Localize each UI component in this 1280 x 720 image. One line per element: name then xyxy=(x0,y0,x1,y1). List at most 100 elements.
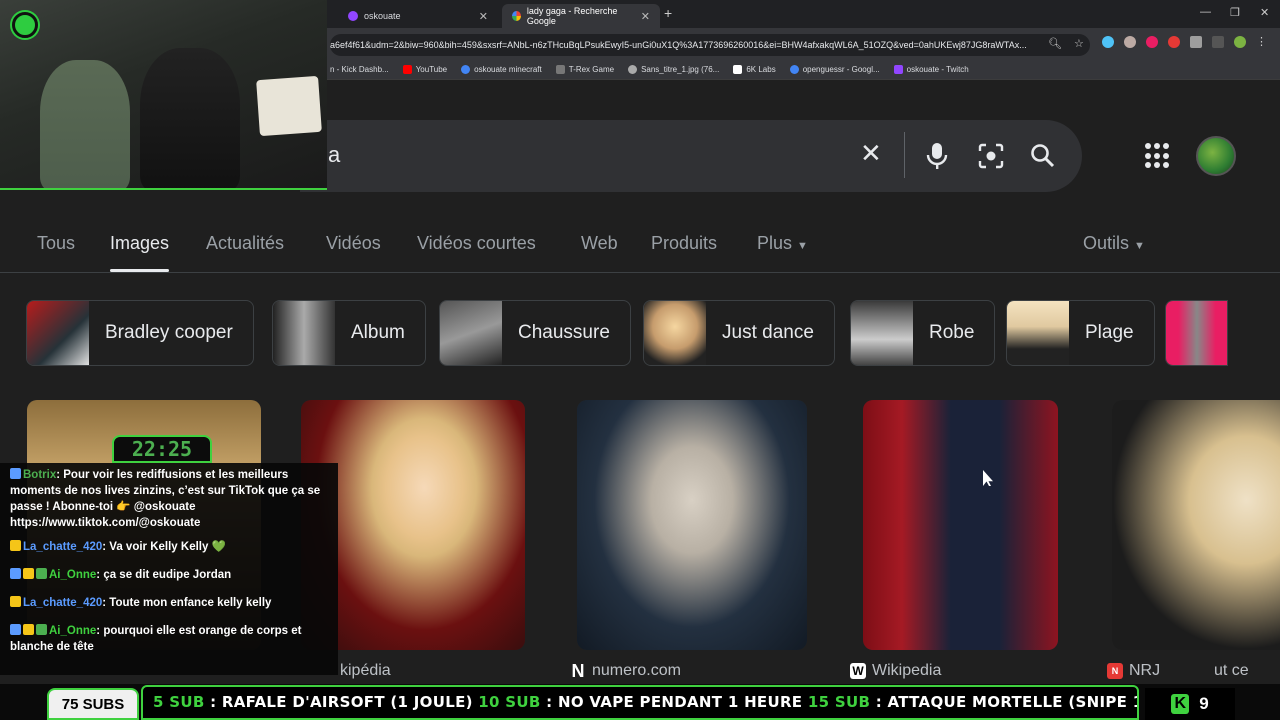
close-tab-icon[interactable]: ✕ xyxy=(641,10,650,23)
stream-chat: Botrix: Pour voir les rediffusions et le… xyxy=(0,463,338,675)
search-box[interactable]: a ✕ xyxy=(300,120,1082,192)
crown-badge-icon xyxy=(23,568,34,579)
sub-badge-icon xyxy=(36,568,47,579)
tab-title: oskouate xyxy=(364,11,401,21)
live-indicator-icon xyxy=(12,12,38,38)
close-window-icon[interactable]: ✕ xyxy=(1260,6,1269,19)
tab-produits[interactable]: Produits xyxy=(651,233,717,254)
tab-videos[interactable]: Vidéos xyxy=(326,233,381,254)
badge-icon xyxy=(10,624,21,635)
menu-icon[interactable]: ⋮ xyxy=(1256,36,1268,48)
goal-threshold: 5 SUB xyxy=(153,693,205,711)
chat-text: : Pour voir les rediffusions et les meil… xyxy=(10,469,321,529)
image-result[interactable] xyxy=(1112,400,1280,650)
kick-viewer-count: K 9 xyxy=(1145,688,1235,720)
bookmark-openguessr[interactable]: openguessr - Googl... xyxy=(789,65,880,74)
chip-label: Plage xyxy=(1085,322,1134,343)
chip-thumbnail xyxy=(1007,301,1069,365)
tab-images[interactable]: Images xyxy=(110,233,170,272)
bookmark-trex[interactable]: T-Rex Game xyxy=(555,65,614,74)
dino-icon xyxy=(555,65,565,74)
account-avatar[interactable] xyxy=(1196,136,1236,176)
address-bar[interactable]: a6ef4f61&udm=2&biw=960&bih=459&sxsrf=ANb… xyxy=(330,34,1090,56)
chat-message: Ai_Onne: pourquoi elle est orange de cor… xyxy=(10,623,328,655)
chat-message: La_chatte_420: Toute mon enfance kelly k… xyxy=(10,595,328,611)
extension-icon[interactable] xyxy=(1102,36,1114,48)
search-icon[interactable] xyxy=(1030,143,1056,169)
close-icon[interactable]: ✕ xyxy=(860,138,882,169)
extension-icon[interactable] xyxy=(1146,36,1158,48)
chip-plage[interactable]: Plage xyxy=(1006,300,1155,366)
result-source[interactable]: W Wikipedia xyxy=(850,662,941,680)
twitch-favicon-icon xyxy=(348,11,358,21)
chip-thumbnail xyxy=(644,301,706,365)
bookmark-twitch[interactable]: oskouate - Twitch xyxy=(893,65,969,74)
google-icon xyxy=(789,65,799,74)
crown-badge-icon xyxy=(23,624,34,635)
tab-outils[interactable]: Outils ▼ xyxy=(1083,233,1145,254)
tab-lady-gaga[interactable]: lady gaga - Recherche Google ✕ xyxy=(502,4,660,28)
restore-icon[interactable]: ❐ xyxy=(1230,6,1240,19)
tab-actualites[interactable]: Actualités xyxy=(206,233,284,254)
minimize-icon[interactable]: — xyxy=(1200,6,1211,18)
tab-videos-courtes[interactable]: Vidéos courtes xyxy=(417,233,536,254)
chat-username: Botrix xyxy=(23,469,57,481)
bookmark-label: n - Kick Dashb... xyxy=(330,65,389,74)
chip-label: Just dance xyxy=(722,322,814,343)
extension-icon[interactable] xyxy=(1124,36,1136,48)
close-tab-icon[interactable]: ✕ xyxy=(479,10,488,23)
google-apps-icon[interactable] xyxy=(1145,143,1171,169)
bookmark-youtube[interactable]: YouTube xyxy=(402,65,447,74)
chip-chaussure[interactable]: Chaussure xyxy=(439,300,631,366)
result-source[interactable]: ut ce xyxy=(1214,662,1249,680)
source-label: NRJ xyxy=(1129,662,1161,679)
chat-text: : ça se dit eudipe Jordan xyxy=(96,569,232,581)
result-image xyxy=(863,400,1058,650)
chip-more[interactable] xyxy=(1165,300,1228,366)
sub-goals-ticker: 5 SUB : RAFALE D'AIRSOFT (1 JOULE) 10 SU… xyxy=(141,685,1139,720)
bookmark-label: oskouate - Twitch xyxy=(906,65,969,74)
result-source[interactable]: N NRJ xyxy=(1107,662,1160,680)
chat-message: Ai_Onne: ça se dit eudipe Jordan xyxy=(10,567,328,583)
search-nav-tabs: Tous Images Actualités Vidéos Vidéos cou… xyxy=(0,231,1280,273)
result-source[interactable]: Nnumero.com xyxy=(570,661,681,681)
sidepanel-icon[interactable] xyxy=(1212,36,1224,48)
image-result[interactable] xyxy=(577,400,807,650)
tab-oskouate[interactable]: oskouate ✕ xyxy=(338,4,498,28)
chip-thumbnail xyxy=(273,301,335,365)
chat-username: La_chatte_420 xyxy=(23,597,103,609)
chip-thumbnail xyxy=(27,301,89,365)
profile-icon[interactable] xyxy=(1234,36,1246,48)
puzzle-icon[interactable] xyxy=(1190,36,1202,48)
search-input[interactable]: a xyxy=(328,142,340,168)
chip-thumbnail xyxy=(1166,301,1227,365)
tab-tous[interactable]: Tous xyxy=(37,233,75,254)
bookmark-sans-titre[interactable]: Sans_titre_1.jpg (76... xyxy=(628,65,719,74)
chip-thumbnail xyxy=(851,301,913,365)
lens-icon[interactable] xyxy=(978,143,1004,169)
globe-icon xyxy=(628,65,638,74)
viewer-count: 9 xyxy=(1199,694,1209,713)
microphone-icon[interactable] xyxy=(926,142,948,170)
screen: oskouate ✕ lady gaga - Recherche Google … xyxy=(0,0,1280,720)
zoom-icon[interactable]: 🔍︎ xyxy=(1048,37,1062,50)
tab-web[interactable]: Web xyxy=(581,233,618,254)
extensions: ⋮ xyxy=(1102,36,1268,48)
wikipedia-icon: W xyxy=(850,663,866,679)
new-tab-icon[interactable]: + xyxy=(664,5,672,21)
adblock-icon[interactable] xyxy=(1168,36,1180,48)
bookmark-kick[interactable]: n - Kick Dashb... xyxy=(330,65,389,74)
tab-plus[interactable]: Plus ▼ xyxy=(757,233,808,254)
bookmark-6k-labs[interactable]: 6K Labs xyxy=(733,65,776,74)
chip-label: Album xyxy=(351,322,405,343)
chip-just-dance[interactable]: Just dance xyxy=(643,300,835,366)
image-result[interactable] xyxy=(863,400,1058,650)
source-label: numero.com xyxy=(592,662,681,679)
bookmark-oskouate-minecraft[interactable]: oskouate minecraft xyxy=(461,65,542,74)
result-source[interactable]: kipédia xyxy=(340,662,391,680)
chip-bradley-cooper[interactable]: Bradley cooper xyxy=(26,300,254,366)
chip-robe[interactable]: Robe xyxy=(850,300,996,366)
chip-album[interactable]: Album xyxy=(272,300,426,366)
stream-timer: 22:25 xyxy=(112,435,212,463)
bookmark-star-icon[interactable]: ☆ xyxy=(1074,37,1084,50)
